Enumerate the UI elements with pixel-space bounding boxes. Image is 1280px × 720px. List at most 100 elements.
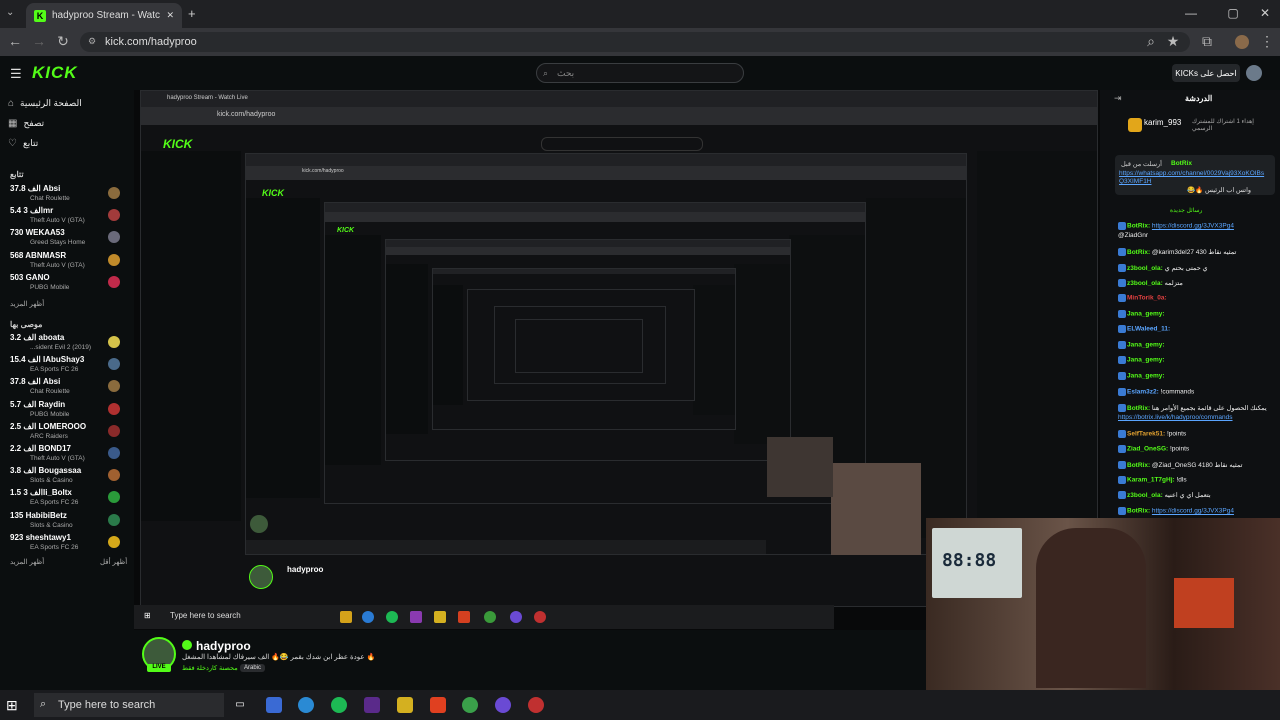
chat-username[interactable]: BotRix: — [1127, 405, 1152, 412]
recommended-channel-item[interactable]: 2.2 الف BOND17 Theft Auto V (GTA) — [6, 444, 120, 466]
kick-logo[interactable]: KICK — [32, 63, 78, 83]
channel-name: 3.2 الف aboata — [10, 333, 65, 342]
chat-username[interactable]: SelfTarek51: — [1127, 431, 1167, 438]
chat-username[interactable]: ELWaleed_11: — [1127, 326, 1170, 333]
following-channel-item[interactable]: 568 ABNMASR Theft Auto V (GTA) — [6, 251, 120, 273]
recommended-channel-item[interactable]: 923 sheshtawy1 EA Sports FC 26 — [6, 533, 120, 555]
profile-avatar[interactable] — [1235, 35, 1249, 49]
streamer-name[interactable]: hadyproo — [196, 639, 251, 653]
reload-icon[interactable]: ↻ — [54, 33, 72, 50]
following-channel-item[interactable]: 37.8 الف Absi Chat Roulette — [6, 184, 120, 206]
chat-username[interactable]: Eslam3z2: — [1127, 389, 1161, 396]
taskbar-search[interactable]: ⌕ Type here to search — [34, 693, 224, 717]
collapse-chat-icon[interactable]: ⇥ — [1114, 93, 1122, 104]
following-channel-item[interactable]: 5.4 الف 3mr Theft Auto V (GTA) — [6, 206, 120, 228]
chat-username[interactable]: Karam_1T7gHj: — [1127, 477, 1177, 484]
chat-username[interactable]: z3bool_ola: — [1127, 492, 1165, 499]
recommended-channel-item[interactable]: 1.5 الف 3li_Boltx EA Sports FC 26 — [6, 488, 120, 510]
chat-link[interactable]: https://botrix.live/k/hadyproo/commands — [1118, 414, 1233, 421]
extensions-icon[interactable]: ⧉ — [1198, 33, 1216, 50]
chrome-icon[interactable] — [462, 697, 478, 713]
close-window-button[interactable]: ✕ — [1250, 6, 1280, 20]
recommended-channel-item[interactable]: 15.4 الف IAbuShay3 EA Sports FC 26 — [6, 355, 120, 377]
recommended-channel-item[interactable]: 135 HabibiBetz Slots & Casino — [6, 511, 120, 533]
heart-icon: ♡ — [8, 138, 17, 149]
maximize-button[interactable]: ▢ — [1218, 6, 1248, 20]
nav-browse[interactable]: ▦ تصفح — [8, 118, 128, 129]
nav-home-label: الصفحة الرئيسية — [20, 98, 82, 108]
spotify-icon[interactable] — [331, 697, 347, 713]
pinned-link[interactable]: https://whatsapp.com/channel/0029Vaj93Xo… — [1119, 170, 1267, 186]
tab-list-icon[interactable]: ⌄ — [6, 7, 14, 18]
channel-name: 5.4 الف 3mr — [10, 206, 54, 216]
address-bar[interactable]: kick.com/hadyproo — [80, 32, 1190, 52]
channel-name: 1.5 الف 3li_Boltx — [10, 488, 72, 498]
pinned-gifter[interactable]: karim_993 — [1144, 118, 1181, 127]
show-more-recommended[interactable]: أظهر المزيد — [10, 558, 44, 566]
recommended-channel-item[interactable]: 5.7 الف Raydin PUBG Mobile — [6, 400, 120, 422]
channel-game: Slots & Casino — [30, 477, 73, 485]
channel-game: Theft Auto V (GTA) — [30, 261, 85, 269]
channel-avatar — [108, 380, 120, 393]
chat-username[interactable]: Jana_gemy: — [1127, 373, 1165, 380]
forward-icon[interactable]: → — [30, 33, 48, 49]
chat-text: !points — [1169, 445, 1190, 453]
get-kicks-button[interactable]: KICKs احصل على — [1172, 64, 1240, 82]
chat-username[interactable]: Jana_gemy: — [1127, 311, 1165, 318]
nested-streamer-name: hadyproo — [287, 565, 324, 574]
channel-avatar — [108, 253, 120, 266]
hamburger-menu-icon[interactable]: ☰ — [10, 66, 22, 82]
pinned-msg-user[interactable]: BotRix — [1171, 160, 1192, 167]
record-icon[interactable] — [528, 697, 544, 713]
brave-icon[interactable] — [430, 697, 446, 713]
badge-icon — [1118, 341, 1126, 349]
following-channel-item[interactable]: 503 GANO PUBG Mobile — [6, 273, 120, 295]
chat-username[interactable]: z3bool_ola: — [1127, 280, 1165, 287]
browser-tab[interactable]: K hadyproo Stream - Watch Live ✕ — [26, 3, 182, 28]
recommended-channel-item[interactable]: 3.2 الف aboata ...sident Evil 2 (2019) — [6, 333, 120, 355]
premiere-icon[interactable] — [364, 697, 380, 713]
obs-icon[interactable] — [495, 697, 511, 713]
chat-username[interactable]: BotRix: — [1127, 249, 1152, 256]
chat-username[interactable]: BotRix: — [1127, 462, 1152, 469]
recommended-channel-item[interactable]: 37.8 الف Absi Chat Roulette — [6, 377, 120, 399]
show-less-recommended[interactable]: أظهر أقل — [100, 558, 127, 566]
stream-language-tag[interactable]: Arabic — [240, 664, 266, 672]
chat-link[interactable]: https://discord.gg/3JVX3Pg4 — [1152, 223, 1234, 230]
chat-username[interactable]: Jana_gemy: — [1127, 342, 1165, 349]
bookmark-star-icon[interactable]: ★ — [1164, 33, 1182, 50]
chat-username[interactable]: Ziad_OneSG: — [1127, 446, 1170, 453]
nav-home[interactable]: ⌂ الصفحة الرئيسية — [8, 98, 128, 109]
chat-username[interactable]: Jana_gemy: — [1127, 357, 1165, 364]
zoom-icon[interactable]: ⌕ — [1142, 33, 1160, 50]
user-avatar[interactable] — [1246, 65, 1262, 81]
following-channel-item[interactable]: 730 WEKAA53 Greed Stays Home — [6, 228, 120, 250]
pinned-message: أرسلت من قبل BotRix https://whatsapp.com… — [1115, 155, 1275, 195]
recommended-channel-item[interactable]: 3.8 الف Bougassaa Slots & Casino — [6, 466, 120, 488]
windows-start-icon[interactable]: ⊞ — [6, 697, 18, 714]
stream-category[interactable]: محصنة كاردخلة فقط — [182, 664, 238, 672]
chat-link[interactable]: https://discord.gg/3JVX3Pg4 — [1152, 508, 1234, 515]
chat-text: !commands — [1160, 388, 1195, 396]
nav-following[interactable]: ♡ تتابع — [8, 138, 128, 149]
back-icon[interactable]: ← — [6, 33, 24, 49]
menu-kebab-icon[interactable]: ⋮ — [1258, 33, 1276, 50]
search-input[interactable]: ⌕ بحث — [536, 63, 744, 83]
channel-avatar — [108, 402, 120, 415]
badge-icon — [1118, 491, 1126, 500]
show-more-following[interactable]: أظهر المزيد — [10, 300, 44, 308]
copilot-icon[interactable] — [266, 697, 282, 713]
new-tab-button[interactable]: + — [188, 6, 196, 21]
file-explorer-icon[interactable] — [397, 697, 413, 713]
chat-username[interactable]: z3bool_ola: — [1127, 265, 1165, 272]
recommended-channel-item[interactable]: 2.5 الف LOMEROOO ARC Raiders — [6, 422, 120, 444]
chat-username[interactable]: BotRix: — [1127, 508, 1152, 515]
chat-username[interactable]: MinTorik_0a: — [1127, 295, 1167, 302]
site-info-icon[interactable]: ⚙ — [88, 36, 96, 47]
close-tab-icon[interactable]: ✕ — [166, 10, 174, 21]
task-view-icon[interactable]: ▭ — [232, 697, 248, 713]
chat-username[interactable]: BotRix: — [1127, 223, 1152, 230]
minimize-button[interactable]: — — [1176, 6, 1206, 20]
chat-message: Karam_1T7gHj: !dls — [1118, 476, 1276, 484]
edge-icon[interactable] — [298, 697, 314, 713]
